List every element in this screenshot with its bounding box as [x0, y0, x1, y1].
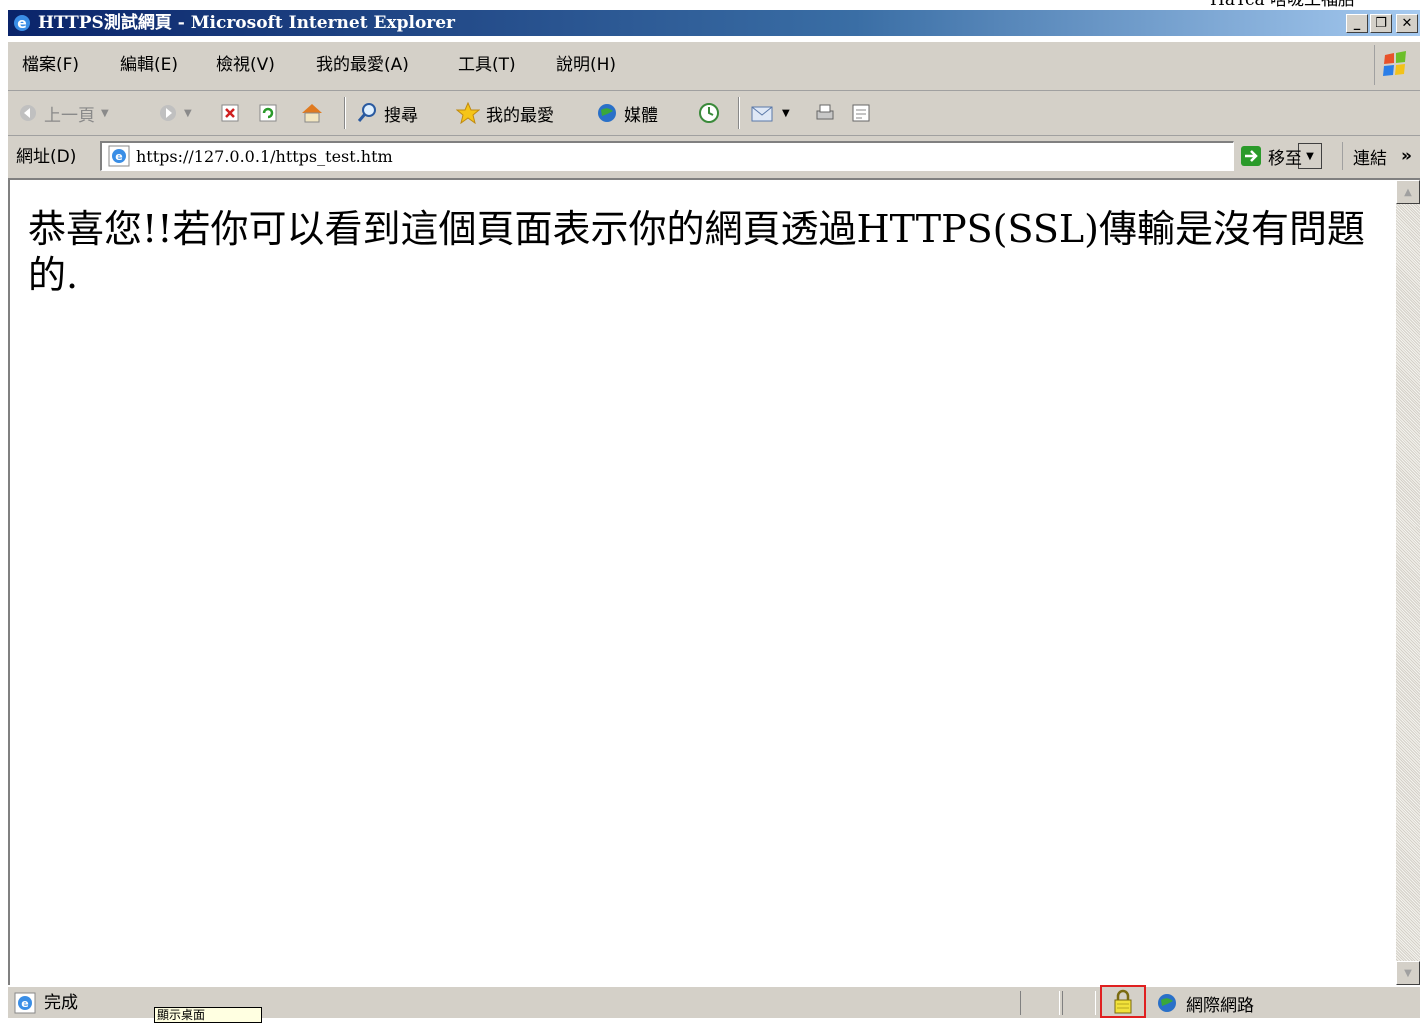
favorites-button[interactable]: 我的最愛: [456, 99, 554, 127]
menu-favorites[interactable]: 我的最愛(A): [316, 52, 409, 78]
menu-bar: 檔案(F) 編輯(E) 檢視(V) 我的最愛(A) 工具(T) 說明(H): [8, 42, 1420, 91]
status-ie-icon: e: [14, 992, 36, 1014]
vertical-scrollbar[interactable]: ▲ ▼: [1396, 180, 1420, 985]
toolbar-separator-2: [738, 97, 740, 129]
go-button[interactable]: 移至: [1240, 142, 1302, 170]
media-button[interactable]: 媒體: [596, 99, 658, 127]
printer-icon: [816, 104, 834, 120]
search-icon: [357, 103, 376, 122]
refresh-button[interactable]: [258, 99, 278, 127]
status-bar: e 完成 顯示桌面 網際網路: [8, 985, 1420, 1023]
back-dropdown-icon: ▼: [101, 107, 109, 119]
print-button[interactable]: [814, 99, 836, 127]
history-icon: [699, 103, 719, 123]
scroll-down-button[interactable]: ▼: [1396, 961, 1420, 985]
media-label: 媒體: [624, 105, 658, 126]
forward-dropdown-icon: ▼: [184, 107, 192, 119]
arrow-down-icon: ▼: [1404, 967, 1412, 979]
svg-text:e: e: [21, 997, 28, 1010]
address-bar: 網址(D) e https://127.0.0.1/https_test.htm…: [8, 136, 1420, 180]
scroll-up-button[interactable]: ▲: [1396, 180, 1420, 204]
menu-tools[interactable]: 工具(T): [458, 52, 516, 78]
arrow-up-icon: ▲: [1404, 186, 1412, 198]
favorites-label: 我的最愛: [486, 105, 554, 126]
search-label: 搜尋: [384, 105, 418, 126]
page-content: 恭喜您!!若你可以看到這個頁面表示你的網頁透過HTTPS(SSL)傳輸是沒有問題…: [8, 180, 1396, 985]
menu-file[interactable]: 檔案(F): [22, 52, 79, 78]
stop-icon: [221, 104, 239, 122]
home-icon: [302, 104, 322, 123]
address-input[interactable]: e https://127.0.0.1/https_test.htm ▼: [100, 141, 1322, 171]
back-label: 上一頁: [44, 105, 95, 126]
address-url: https://127.0.0.1/https_test.htm: [136, 147, 393, 166]
windows-logo-icon: [1374, 45, 1406, 85]
svg-text:e: e: [115, 150, 122, 163]
stop-button[interactable]: [220, 99, 240, 127]
address-label: 網址(D): [16, 147, 77, 167]
mail-dropdown-icon: ▼: [782, 107, 790, 119]
links-button[interactable]: 連結 »: [1342, 142, 1412, 170]
menu-view[interactable]: 檢視(V): [216, 52, 275, 78]
toolbar-separator: [344, 97, 346, 129]
zone-label: 網際網路: [1186, 995, 1254, 1016]
media-globe-icon: [598, 104, 616, 122]
links-label: 連結: [1353, 148, 1387, 169]
title-bar: e HTTPS測試網頁 - Microsoft Internet Explore…: [8, 10, 1420, 36]
go-label: 移至: [1268, 148, 1302, 169]
ie-icon: e: [14, 15, 30, 32]
svg-text:e: e: [17, 16, 27, 32]
edit-page-icon: [852, 104, 870, 122]
forward-button[interactable]: ▼: [158, 99, 192, 127]
status-cell-1: [1020, 991, 1060, 1015]
menu-help[interactable]: 說明(H): [556, 52, 616, 78]
minimize-button[interactable]: _: [1346, 14, 1368, 33]
status-cell-2: [1062, 991, 1096, 1015]
corner-text: HaTca 啥咙工福胎: [1210, 0, 1356, 10]
forward-arrow-icon: [160, 105, 176, 121]
close-button[interactable]: ✕: [1396, 14, 1418, 33]
more-chevron-icon: »: [1401, 146, 1412, 166]
page-ie-icon: e: [108, 145, 130, 167]
mail-button[interactable]: ▼: [750, 99, 790, 127]
search-button[interactable]: 搜尋: [356, 99, 418, 127]
padlock-icon: [1114, 989, 1132, 1013]
security-zone: 網際網路: [1156, 991, 1254, 1016]
page-message: 恭喜您!!若你可以看到這個頁面表示你的網頁透過HTTPS(SSL)傳輸是沒有問題…: [28, 207, 1365, 297]
status-text: 完成: [44, 993, 78, 1013]
ssl-lock-indicator[interactable]: [1100, 985, 1146, 1018]
star-icon: [456, 102, 480, 124]
toolbar: 上一頁 ▼ ▼ 搜尋 我的最愛 媒體 ▼: [8, 91, 1420, 136]
refresh-icon: [259, 104, 277, 122]
mail-icon: [751, 106, 773, 122]
home-button[interactable]: [300, 99, 324, 127]
back-arrow-icon: [20, 105, 36, 121]
window-title: HTTPS測試網頁 - Microsoft Internet Explorer: [38, 13, 456, 33]
show-desktop-tooltip: 顯示桌面: [154, 1007, 262, 1023]
history-button[interactable]: [698, 99, 720, 127]
maximize-button[interactable]: ❐: [1370, 14, 1392, 33]
menu-edit[interactable]: 編輯(E): [120, 52, 178, 78]
back-button[interactable]: 上一頁 ▼: [18, 99, 109, 127]
edit-button[interactable]: [850, 99, 872, 127]
chevron-down-icon: ▼: [1306, 150, 1314, 162]
go-arrow-icon: [1241, 146, 1261, 166]
globe-icon: [1158, 994, 1176, 1012]
